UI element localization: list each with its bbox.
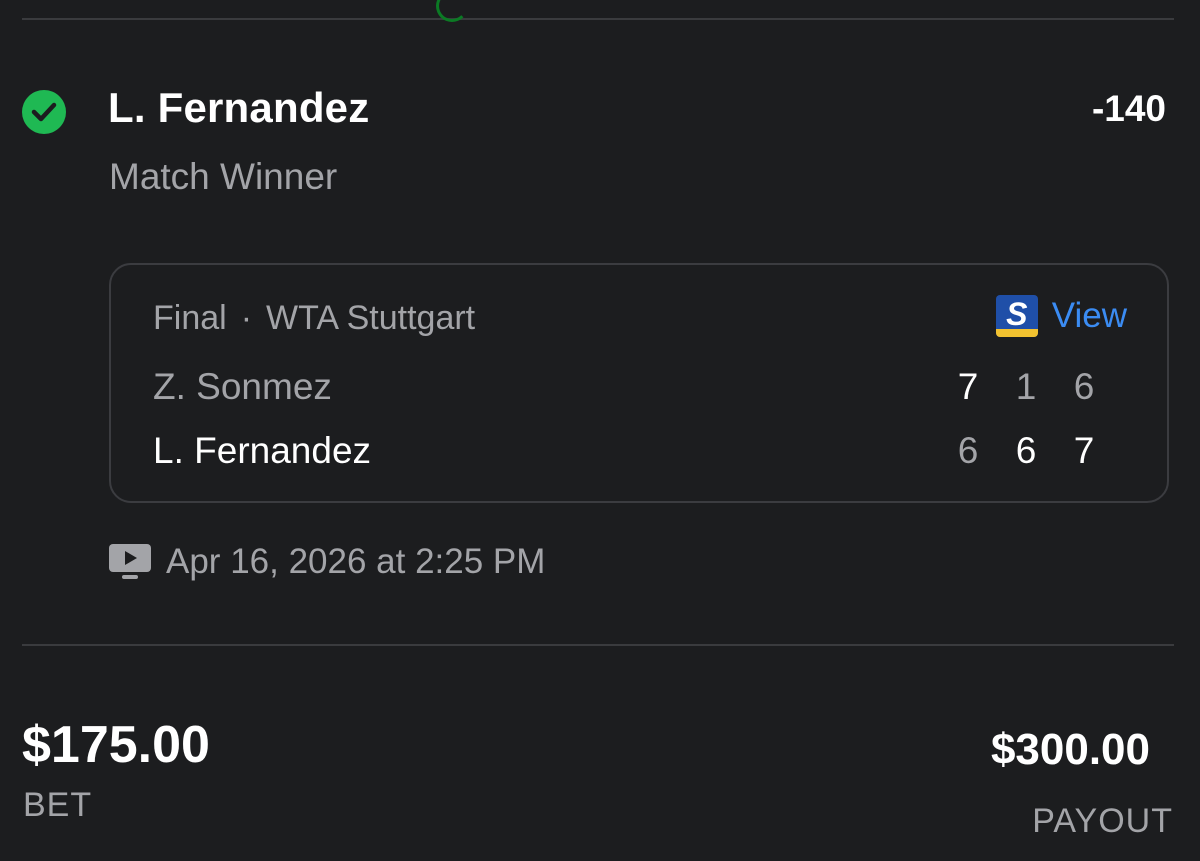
top-divider [22,18,1174,20]
event-time-row: Apr 16, 2026 at 2:25 PM [108,542,545,582]
event-datetime: Apr 16, 2026 at 2:25 PM [166,542,546,581]
set-score: 6 [1073,366,1095,407]
odds-value: -140 [1091,88,1166,129]
view-link-group[interactable]: S View [995,295,1127,337]
set-scores: 6 6 7 [939,430,1113,472]
set-score: 1 [1015,366,1037,407]
set-score: 7 [1073,430,1095,471]
player-name: Z. Sonmez [153,366,332,407]
market-type: Match Winner [109,156,338,197]
section-divider [22,644,1174,646]
view-link[interactable]: View [1052,296,1127,336]
tournament-name: WTA Stuttgart [266,299,476,337]
bet-label: BET [23,786,93,824]
scoreboard-card[interactable]: Final · WTA Stuttgart S View Z. Sonmez 7 1… [109,263,1169,503]
set-score: 7 [957,366,979,407]
score-app-logo-icon: S [995,295,1038,337]
separator-dot: · [240,299,253,337]
match-status: Final [153,299,227,337]
set-score: 6 [1015,430,1037,471]
set-scores: 7 1 6 [939,366,1113,408]
set-score: 6 [957,430,979,471]
player-name: L. Fernandez [153,430,372,471]
event-status-line: Final · WTA Stuttgart [153,299,475,338]
payout-amount: $300.00 [990,725,1150,774]
check-circle-icon [22,90,66,134]
player-row: Z. Sonmez 7 1 6 [153,365,1113,409]
tv-play-icon [108,542,152,582]
player-row: L. Fernandez 6 6 7 [153,429,1113,473]
payout-label: PAYOUT [1032,802,1173,840]
selection-name: L. Fernandez [108,84,370,131]
bet-amount: $175.00 [22,716,210,774]
